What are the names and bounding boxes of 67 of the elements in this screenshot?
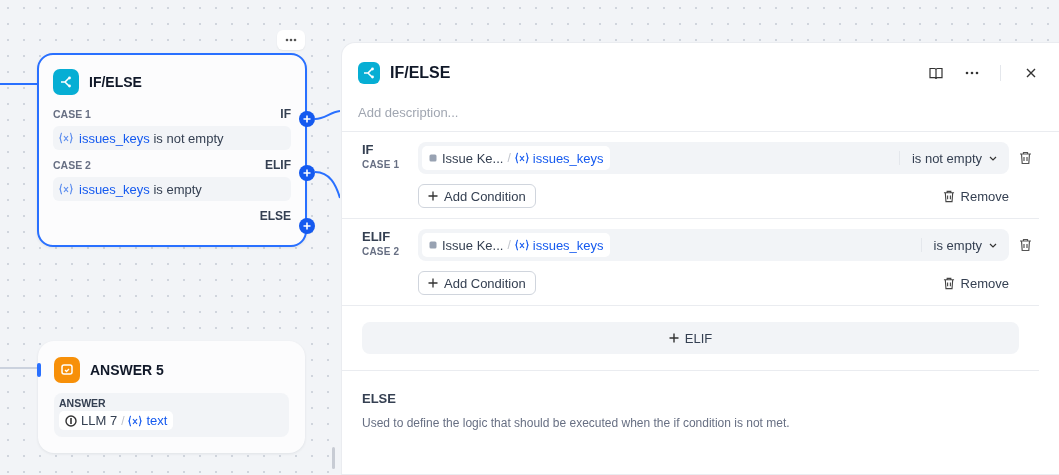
plus-icon xyxy=(668,333,679,343)
edge-line xyxy=(314,171,340,199)
plus-icon xyxy=(428,191,438,201)
separator: / xyxy=(507,238,511,252)
source-name: Issue Ke... xyxy=(442,237,504,253)
node-title: ANSWER 5 xyxy=(90,362,164,378)
trash-icon xyxy=(942,276,955,290)
else-title: ELSE xyxy=(362,391,397,406)
node-icon xyxy=(428,240,438,250)
edge-line xyxy=(314,110,340,120)
separator: / xyxy=(507,151,511,165)
branch-label: IF xyxy=(280,107,291,121)
node-icon xyxy=(428,153,438,163)
branch-label: ELIF xyxy=(265,158,291,172)
branch-icon xyxy=(358,62,380,84)
branch-label: IF xyxy=(362,142,375,157)
plus-icon xyxy=(428,278,438,288)
node-title: IF/ELSE xyxy=(89,74,142,90)
variable-icon xyxy=(514,152,529,164)
answer-node[interactable]: ANSWER 5 ANSWER LLM 7 / text xyxy=(38,341,305,453)
delete-icon[interactable] xyxy=(1017,150,1033,166)
variable-icon xyxy=(514,239,529,251)
condition-field[interactable]: Issue Ke... / issues_keys is not empty xyxy=(418,142,1009,174)
branch-label: ELIF xyxy=(362,229,392,244)
chat-icon xyxy=(54,357,80,383)
add-condition-button[interactable]: Add Condition xyxy=(418,184,536,208)
operator-dropdown[interactable]: is not empty xyxy=(907,150,1005,166)
trash-icon xyxy=(942,189,955,203)
edge-line xyxy=(0,83,38,85)
add-elif-button[interactable]: ELIF xyxy=(362,322,1019,354)
case-label: CASE 1 xyxy=(53,108,91,120)
variable-icon xyxy=(128,414,143,427)
separator: / xyxy=(121,413,125,428)
variable-name: text xyxy=(146,413,168,428)
branch-icon xyxy=(53,69,79,95)
condition-field[interactable]: Issue Ke... / issues_keys is empty xyxy=(418,229,1009,261)
case-label: CASE 2 xyxy=(53,159,91,171)
delete-icon[interactable] xyxy=(1017,237,1033,253)
source-name: LLM 7 xyxy=(81,413,118,428)
panel-title: IF/ELSE xyxy=(390,64,451,82)
llm-icon xyxy=(65,414,77,427)
variable-name: issues_keys xyxy=(532,237,604,253)
else-description: Used to define the logic that should be executed when the if condition is not met. xyxy=(362,416,791,430)
add-handle[interactable] xyxy=(299,218,315,234)
operator-dropdown[interactable]: is empty xyxy=(929,237,1005,253)
variable-icon xyxy=(59,183,73,195)
branch-label: ELSE xyxy=(259,209,291,223)
add-condition-button[interactable]: Add Condition xyxy=(418,271,536,295)
scrollbar[interactable] xyxy=(332,447,335,469)
add-handle[interactable] xyxy=(299,111,315,127)
more-icon xyxy=(285,38,297,42)
condition-text: issues_keys is empty xyxy=(79,181,202,197)
variable-name: issues_keys xyxy=(532,150,604,166)
source-name: Issue Ke... xyxy=(442,150,504,166)
condition-text: issues_keys is not empty xyxy=(79,130,224,146)
variable-icon xyxy=(59,132,73,144)
edge-line xyxy=(0,367,38,369)
case-label: CASE 2 xyxy=(362,246,401,257)
chevron-icon xyxy=(989,155,997,161)
chevron-icon xyxy=(989,242,997,248)
more-button[interactable] xyxy=(277,30,305,50)
remove-button[interactable]: Remove xyxy=(942,275,1009,291)
add-handle[interactable] xyxy=(299,164,315,181)
remove-button[interactable]: Remove xyxy=(942,188,1009,204)
input-port[interactable] xyxy=(37,363,41,377)
case-label: CASE 1 xyxy=(362,159,401,170)
field-label: ANSWER xyxy=(59,397,107,409)
